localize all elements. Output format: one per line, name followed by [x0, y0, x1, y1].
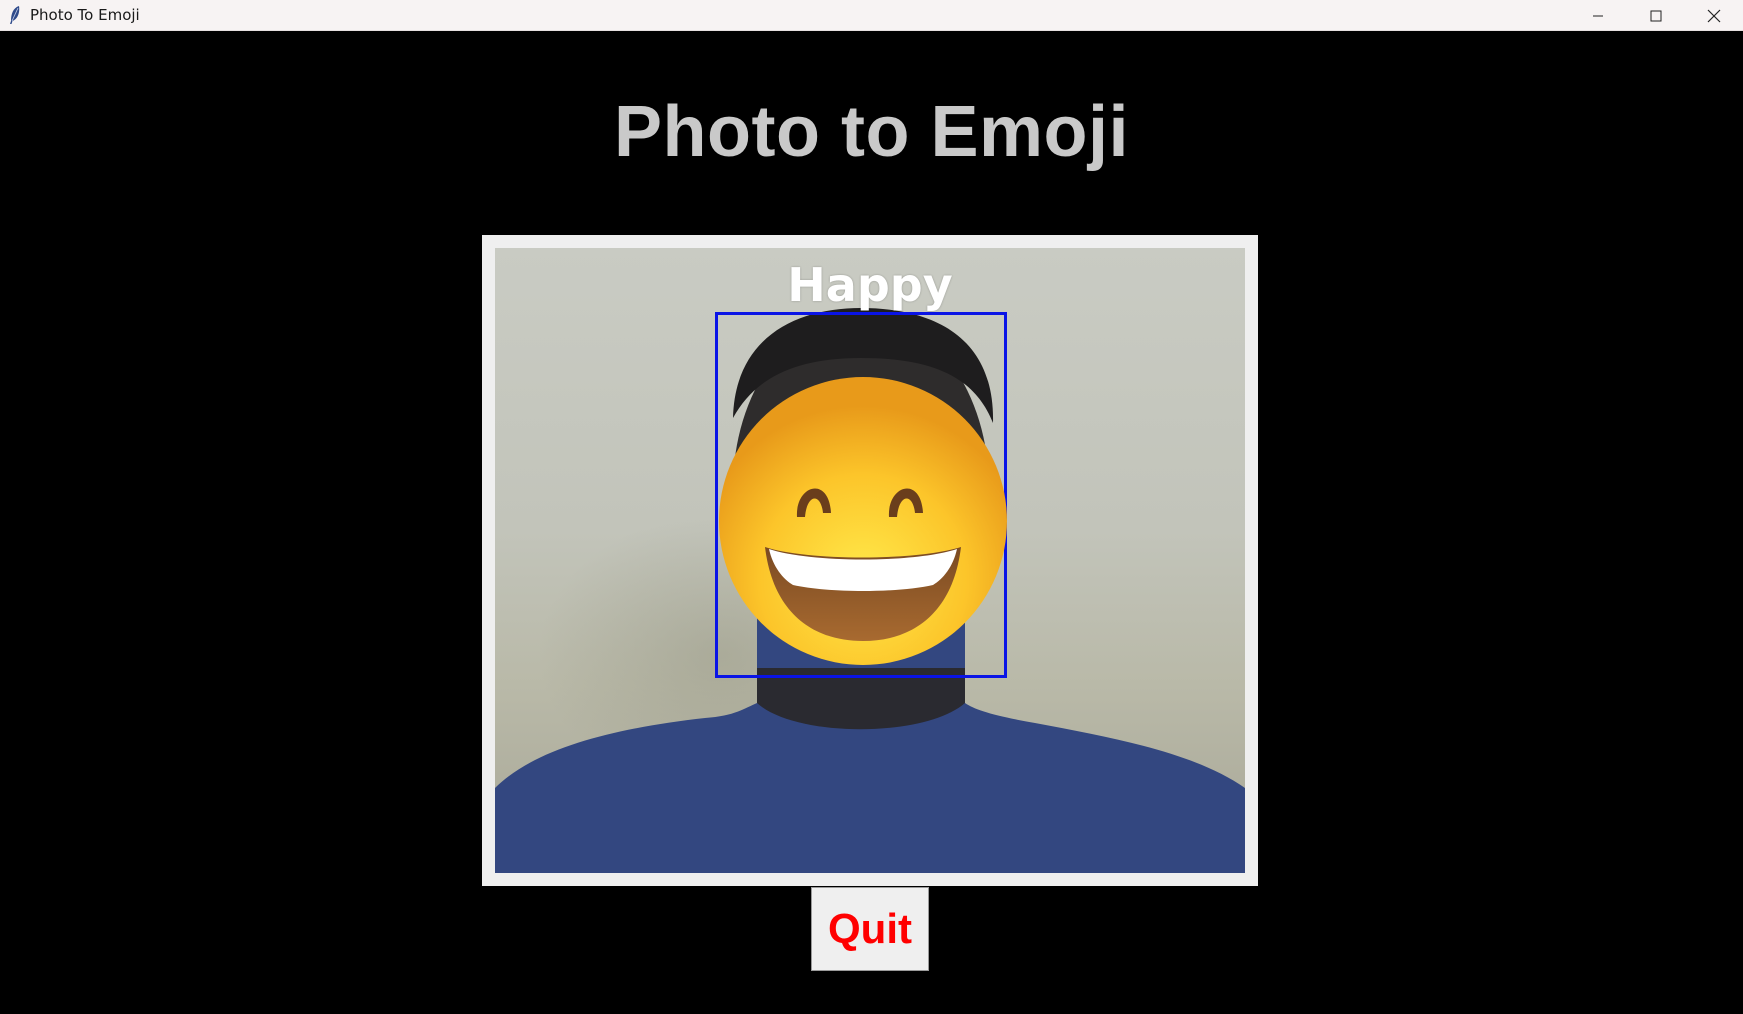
close-icon — [1707, 9, 1721, 22]
title-bar: Photo To Emoji — [0, 0, 1743, 31]
quit-button[interactable]: Quit — [811, 887, 929, 971]
maximize-button[interactable] — [1627, 0, 1685, 31]
emotion-label: Happy — [787, 258, 953, 312]
camera-frame: Happy — [482, 235, 1258, 886]
grinning-face-emoji — [719, 377, 1007, 665]
camera-feed: Happy — [495, 248, 1245, 873]
maximize-icon — [1650, 10, 1662, 21]
minimize-button[interactable] — [1569, 0, 1627, 31]
app-canvas: Photo to Emoji Happy Quit — [0, 31, 1743, 1014]
minimize-icon — [1593, 15, 1603, 16]
page-title: Photo to Emoji — [614, 92, 1129, 172]
close-button[interactable] — [1685, 0, 1743, 31]
feather-icon — [7, 5, 23, 25]
window-title: Photo To Emoji — [30, 6, 140, 24]
window-controls — [1569, 0, 1743, 31]
